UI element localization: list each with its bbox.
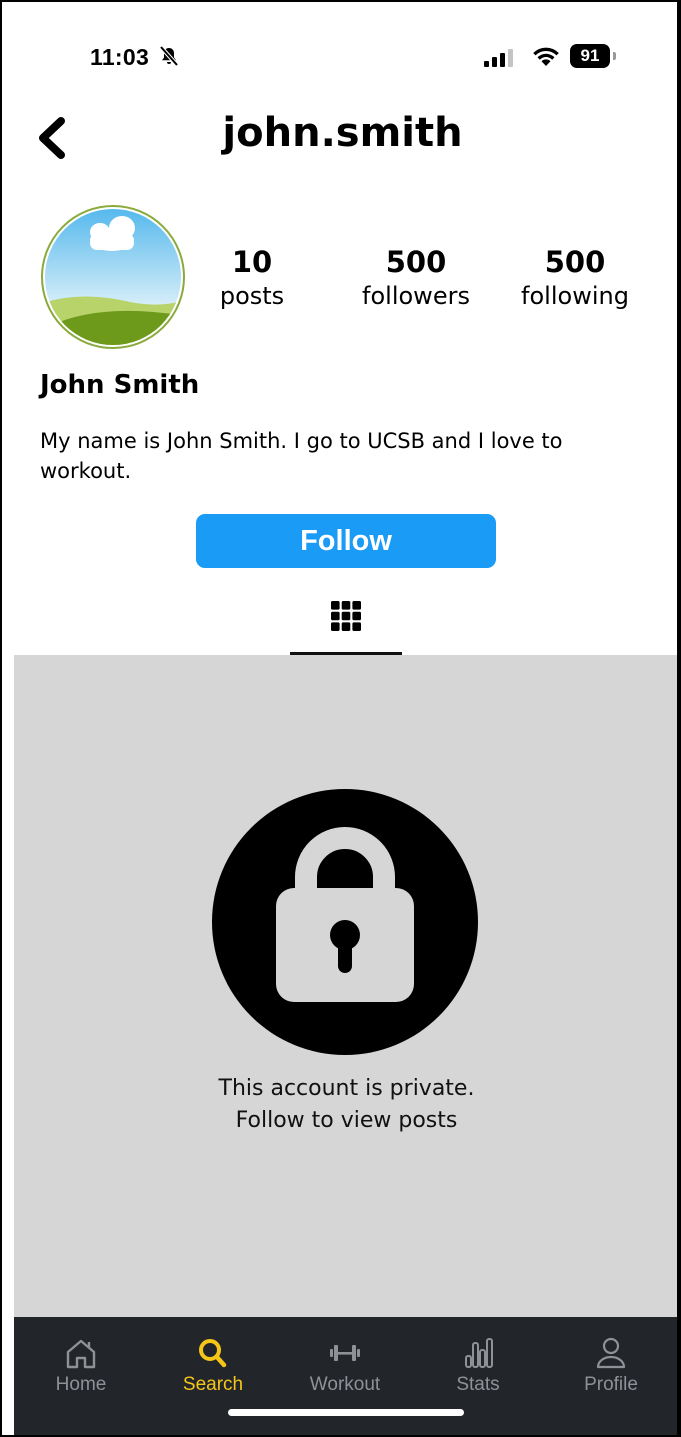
- stat-followers-label: followers: [362, 282, 470, 310]
- stat-following-label: following: [521, 282, 629, 310]
- nav-label-workout: Workout: [309, 1374, 381, 1395]
- stat-followers-count: 500: [385, 245, 447, 279]
- stat-following[interactable]: 500 following: [504, 244, 646, 312]
- stat-posts-label: posts: [219, 282, 285, 310]
- nav-item-home[interactable]: Home: [26, 1317, 136, 1397]
- bell-slash-icon: [159, 45, 179, 67]
- stat-following-count: 500: [544, 245, 606, 279]
- person-icon: [596, 1337, 626, 1369]
- stat-followers[interactable]: 500 followers: [344, 244, 488, 312]
- stat-posts[interactable]: 10 posts: [202, 244, 302, 312]
- stat-posts-count: 10: [231, 245, 273, 279]
- battery-icon: 91: [570, 44, 610, 68]
- bottom-nav: Home Search Workout Stats Profile: [14, 1317, 677, 1435]
- nav-label-search: Search: [182, 1374, 244, 1395]
- follow-button[interactable]: Follow: [196, 514, 496, 568]
- private-message: This account is private. Follow to view …: [218, 1076, 475, 1133]
- signal-icon: [484, 49, 513, 67]
- page-title: john.smith: [222, 110, 463, 156]
- nav-item-profile[interactable]: Profile: [556, 1317, 666, 1397]
- nav-item-search[interactable]: Search: [158, 1317, 268, 1397]
- nav-label-home: Home: [55, 1374, 107, 1395]
- dumbbell-icon: [330, 1345, 360, 1361]
- nav-label-profile: Profile: [584, 1374, 638, 1395]
- display-name: John Smith: [40, 370, 200, 400]
- status-time: 11:03: [90, 44, 150, 70]
- private-content-area: This account is private. Follow to view …: [14, 655, 677, 1317]
- grid-icon: [331, 601, 361, 631]
- bio-text: My name is John Smith. I go to UCSB and …: [40, 429, 563, 483]
- bar-chart-icon: [465, 1338, 493, 1368]
- nav-label-stats: Stats: [456, 1374, 500, 1395]
- nav-item-workout[interactable]: Workout: [290, 1317, 400, 1397]
- battery-nub: [613, 52, 616, 60]
- search-icon: [199, 1339, 227, 1368]
- nav-item-stats[interactable]: Stats: [423, 1317, 533, 1397]
- wifi-icon: [533, 47, 559, 66]
- app-frame: 11:03 91 john.smith 10 posts 500 followe…: [0, 0, 681, 1437]
- tab-grid[interactable]: [290, 594, 402, 655]
- home-icon: [66, 1339, 96, 1369]
- lock-icon: [212, 789, 478, 1055]
- home-indicator[interactable]: [228, 1409, 464, 1416]
- avatar: [41, 205, 185, 349]
